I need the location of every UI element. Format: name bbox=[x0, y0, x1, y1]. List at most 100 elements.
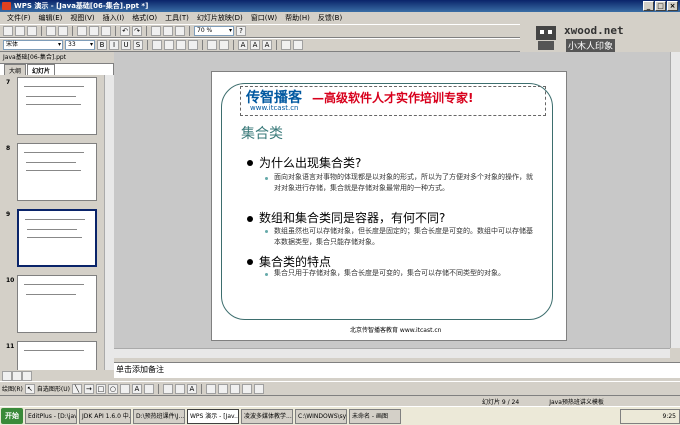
slide-counter: 幻灯片 9 / 24 bbox=[482, 398, 520, 406]
task-folder[interactable]: D:\预热班课件\J... bbox=[133, 408, 185, 424]
clock: 9:25 bbox=[620, 408, 680, 424]
design-icon[interactable] bbox=[281, 40, 291, 50]
bold-icon[interactable]: B bbox=[97, 40, 107, 50]
file-tab[interactable]: Java基础[06-集合].ppt bbox=[0, 52, 114, 64]
copy-icon[interactable] bbox=[89, 26, 99, 36]
undo-icon[interactable]: ↶ bbox=[120, 26, 130, 36]
slide-thumb[interactable]: 11 bbox=[3, 341, 103, 370]
thumbnail-scrollbar[interactable] bbox=[104, 75, 114, 370]
menu-edit[interactable]: 编辑(E) bbox=[36, 13, 66, 23]
increase-font-icon[interactable]: A bbox=[238, 40, 248, 50]
align-right-icon[interactable] bbox=[176, 40, 186, 50]
italic-icon[interactable]: I bbox=[109, 40, 119, 50]
zoom-select[interactable]: 70 % bbox=[194, 26, 234, 36]
minimize-button[interactable]: _ bbox=[643, 1, 654, 11]
task-jdk[interactable]: JDK API 1.6.0 中... bbox=[79, 408, 131, 424]
bullets-icon[interactable] bbox=[219, 40, 229, 50]
task-teaching[interactable]: 凌波多媒体教学... bbox=[241, 408, 293, 424]
slide-thumb-selected[interactable]: 9 bbox=[3, 209, 103, 269]
image-icon[interactable] bbox=[143, 383, 154, 394]
open-icon[interactable] bbox=[15, 26, 25, 36]
font-color-draw-icon[interactable]: A bbox=[186, 383, 197, 394]
font-color-icon[interactable]: A bbox=[262, 40, 272, 50]
numbering-icon[interactable] bbox=[207, 40, 217, 50]
line-color-icon[interactable] bbox=[174, 383, 185, 394]
font-size-select[interactable]: 33 bbox=[65, 40, 95, 50]
menu-window[interactable]: 窗口(W) bbox=[248, 13, 280, 23]
save-icon[interactable] bbox=[27, 26, 37, 36]
cut-icon[interactable] bbox=[77, 26, 87, 36]
justify-icon[interactable] bbox=[188, 40, 198, 50]
slide-number: 11 bbox=[6, 343, 15, 350]
horizontal-scrollbar[interactable] bbox=[114, 348, 670, 358]
sorter-view-icon[interactable] bbox=[12, 370, 22, 381]
shadow-style-icon[interactable] bbox=[241, 383, 252, 394]
menu-tools[interactable]: 工具(T) bbox=[162, 13, 192, 23]
rectangle-icon[interactable]: □ bbox=[95, 383, 106, 394]
maximize-button[interactable]: □ bbox=[655, 1, 666, 11]
print-icon[interactable] bbox=[46, 26, 56, 36]
preview-icon[interactable] bbox=[58, 26, 68, 36]
slide-thumb[interactable]: 10 bbox=[3, 275, 103, 335]
wordart-icon[interactable]: A bbox=[131, 383, 142, 394]
new-slide-icon[interactable] bbox=[293, 40, 303, 50]
window-title: WPS 演示 - [Java基础[06-集合].ppt *] bbox=[14, 2, 149, 10]
bullet-1[interactable]: 为什么出现集合类? bbox=[259, 154, 361, 171]
normal-view-icon[interactable] bbox=[2, 370, 12, 381]
arrow-icon[interactable]: → bbox=[83, 383, 94, 394]
align-left-icon[interactable] bbox=[152, 40, 162, 50]
task-wps[interactable]: WPS 演示 - [Jav... bbox=[187, 408, 239, 424]
task-cmd[interactable]: C:\WINDOWS\sy... bbox=[295, 408, 347, 424]
slogan: —高级软件人才实作培训专家! bbox=[312, 91, 474, 105]
menu-feedback[interactable]: 反馈(B) bbox=[315, 13, 345, 23]
task-editplus[interactable]: EditPlus - [D:\jav... bbox=[25, 408, 77, 424]
brand-url: www.itcast.cn bbox=[250, 104, 299, 112]
3d-style-icon[interactable] bbox=[253, 383, 264, 394]
menu-insert[interactable]: 插入(I) bbox=[100, 13, 128, 23]
bullet-1-detail[interactable]: 面向对象语言对事物的体现都是以对象的形式，所以为了方便对多个对象的操作，就对对象… bbox=[274, 172, 536, 194]
menu-view[interactable]: 视图(V) bbox=[67, 13, 97, 23]
tab-slides[interactable]: 幻灯片 bbox=[27, 64, 56, 75]
slide-title[interactable]: 集合类 bbox=[241, 123, 283, 143]
menu-file[interactable]: 文件(F) bbox=[4, 13, 34, 23]
select-arrow-icon[interactable]: ↖ bbox=[24, 383, 35, 394]
draw-menu[interactable]: 绘图(R) bbox=[2, 384, 23, 393]
line-style-icon[interactable] bbox=[205, 383, 216, 394]
align-center-icon[interactable] bbox=[164, 40, 174, 50]
underline-icon[interactable]: U bbox=[121, 40, 131, 50]
paste-icon[interactable] bbox=[101, 26, 111, 36]
slide-frame bbox=[221, 83, 553, 320]
arrow-style-icon[interactable] bbox=[229, 383, 240, 394]
new-icon[interactable] bbox=[3, 26, 13, 36]
status-bar: 幻灯片 9 / 24 Java预热班讲义模板 bbox=[0, 395, 680, 406]
menu-slideshow[interactable]: 幻灯片放映(D) bbox=[194, 13, 246, 23]
font-select[interactable]: 宋体 bbox=[3, 40, 63, 50]
decrease-font-icon[interactable]: A bbox=[250, 40, 260, 50]
sub-bullet-dot bbox=[265, 177, 268, 180]
ellipse-icon[interactable]: ○ bbox=[107, 383, 118, 394]
fill-color-icon[interactable] bbox=[162, 383, 173, 394]
slide-thumb[interactable]: 7 bbox=[3, 77, 103, 137]
close-button[interactable]: × bbox=[667, 1, 678, 11]
task-paint[interactable]: 未命名 - 画图 bbox=[349, 408, 401, 424]
tab-outline[interactable]: 大纲 bbox=[4, 64, 27, 75]
insert-table-icon[interactable] bbox=[151, 26, 161, 36]
help-icon[interactable]: ? bbox=[236, 26, 246, 36]
menu-help[interactable]: 帮助(H) bbox=[282, 13, 313, 23]
insert-chart-icon[interactable] bbox=[163, 26, 173, 36]
bullet-3-detail[interactable]: 集合只用于存储对象，集合长度是可变的，集合可以存储不同类型的对象。 bbox=[274, 268, 536, 279]
menu-format[interactable]: 格式(O) bbox=[129, 13, 160, 23]
bullet-2-detail[interactable]: 数组虽然也可以存储对象，但长度是固定的；集合长度是可变的。数组中可以存储基本数据… bbox=[274, 226, 536, 248]
insert-image-icon[interactable] bbox=[175, 26, 185, 36]
slide-thumb[interactable]: 8 bbox=[3, 143, 103, 203]
bullet-2[interactable]: 数组和集合类同是容器，有何不同? bbox=[259, 209, 445, 226]
line-icon[interactable]: ╲ bbox=[71, 383, 82, 394]
dash-style-icon[interactable] bbox=[217, 383, 228, 394]
slideshow-view-icon[interactable] bbox=[22, 370, 32, 381]
shadow-icon[interactable]: S bbox=[133, 40, 143, 50]
redo-icon[interactable]: ↷ bbox=[132, 26, 142, 36]
start-button[interactable]: 开始 bbox=[1, 408, 23, 424]
textbox-icon[interactable] bbox=[119, 383, 130, 394]
vertical-scrollbar[interactable] bbox=[670, 52, 680, 348]
autoshape-menu[interactable]: 自选图形(U) bbox=[37, 384, 70, 393]
